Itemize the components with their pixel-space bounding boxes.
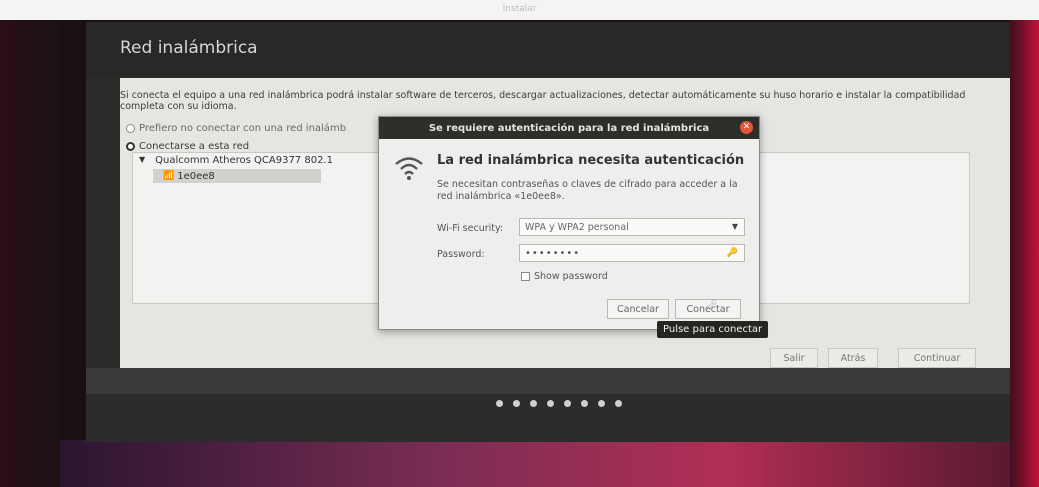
navigation-buttons: Salir Atrás Continuar bbox=[120, 348, 1000, 368]
progress-dot bbox=[564, 400, 571, 407]
progress-dot bbox=[547, 400, 554, 407]
continue-button[interactable]: Continuar bbox=[898, 348, 976, 368]
radio-label: Conectarse a esta red bbox=[139, 141, 250, 152]
radio-button[interactable] bbox=[126, 124, 135, 133]
password-value: •••••••• bbox=[525, 247, 581, 259]
screen-edge-left bbox=[0, 20, 60, 487]
radio-no-connect[interactable]: Prefiero no conectar con una red inalámb bbox=[126, 123, 346, 134]
progress-dot bbox=[598, 400, 605, 407]
checkbox[interactable] bbox=[521, 272, 530, 281]
screen-edge-right bbox=[1009, 20, 1039, 487]
quit-button[interactable]: Salir bbox=[770, 348, 818, 368]
photo-top-band: Instalar bbox=[0, 0, 1039, 20]
adapter-label: Qualcomm Atheros QCA9377 802.1 bbox=[155, 155, 333, 166]
window-header: Red inalámbrica bbox=[86, 22, 1010, 77]
wifi-lock-icon: 📶 bbox=[163, 171, 175, 181]
key-icon[interactable]: 🔑 bbox=[727, 248, 739, 258]
dialog-titlebar: Se requiere autenticación para la red in… bbox=[379, 117, 759, 139]
radio-label: Prefiero no conectar con una red inalámb bbox=[139, 123, 347, 134]
dialog-description: Se necesitan contraseñas o claves de cif… bbox=[437, 179, 738, 202]
top-window-title: Instalar bbox=[502, 4, 537, 14]
desktop-wallpaper bbox=[60, 440, 1010, 487]
progress-dot bbox=[615, 400, 622, 407]
wifi-icon bbox=[394, 155, 424, 185]
network-name: 1e0ee8 bbox=[177, 170, 215, 182]
password-field[interactable]: •••••••• 🔑 bbox=[519, 244, 745, 262]
progress-dot bbox=[581, 400, 588, 407]
cursor-icon: ➚ bbox=[707, 297, 718, 312]
page-title: Red inalámbrica bbox=[120, 38, 258, 58]
connect-tooltip: Pulse para conectar bbox=[657, 321, 769, 338]
progress-dot bbox=[530, 400, 537, 407]
wifi-security-value: WPA y WPA2 personal bbox=[525, 221, 629, 233]
chevron-down-icon: ▼ bbox=[731, 222, 738, 231]
password-label: Password: bbox=[437, 249, 485, 260]
close-icon[interactable]: ✕ bbox=[740, 121, 753, 134]
progress-dot bbox=[496, 400, 503, 407]
radio-button-selected[interactable] bbox=[126, 142, 135, 151]
wifi-security-select[interactable]: WPA y WPA2 personal ▼ bbox=[519, 218, 745, 236]
wifi-security-label: Wi-Fi security: bbox=[437, 223, 504, 234]
adapter-row[interactable]: ▼ Qualcomm Atheros QCA9377 802.1 bbox=[139, 155, 333, 166]
network-item-1e0ee8[interactable]: 📶 1e0ee8 bbox=[153, 169, 321, 183]
show-password-label: Show password bbox=[534, 271, 608, 282]
auth-dialog: Se requiere autenticación para la red in… bbox=[378, 116, 760, 330]
dialog-heading: La red inalámbrica necesita autenticació… bbox=[437, 153, 745, 168]
show-password-checkbox[interactable]: Show password bbox=[521, 271, 608, 282]
lower-bar bbox=[86, 368, 1010, 394]
back-button[interactable]: Atrás bbox=[828, 348, 878, 368]
intro-text: Si conecta el equipo a una red inalámbri… bbox=[120, 90, 966, 112]
radio-connect[interactable]: Conectarse a esta red bbox=[126, 141, 249, 152]
cancel-button[interactable]: Cancelar bbox=[607, 299, 669, 319]
progress-dots bbox=[496, 400, 622, 407]
dialog-title: Se requiere autenticación para la red in… bbox=[428, 122, 710, 134]
progress-dot bbox=[513, 400, 520, 407]
chevron-down-icon[interactable]: ▼ bbox=[139, 155, 145, 166]
